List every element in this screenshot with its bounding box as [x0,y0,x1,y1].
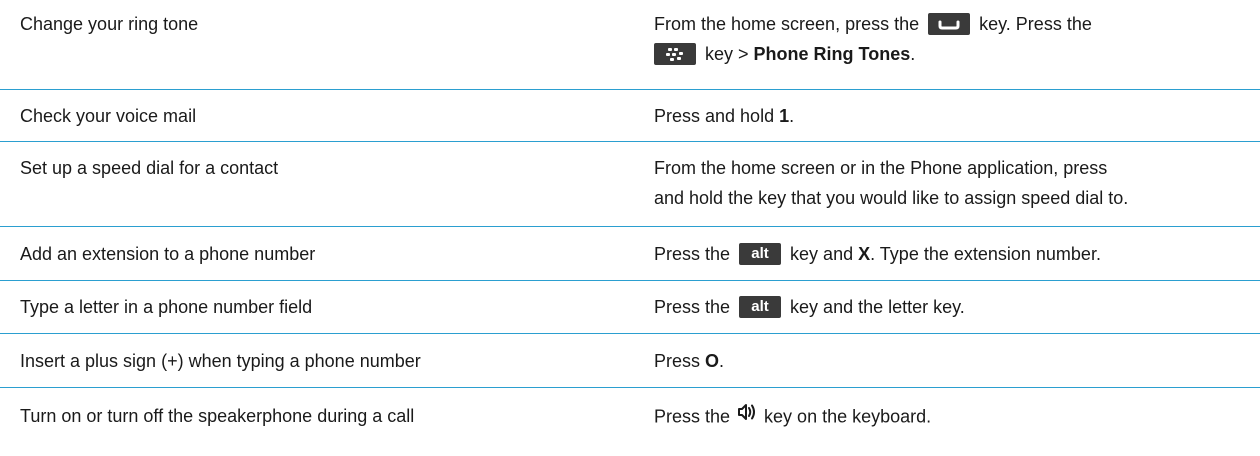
instruction-text: . [789,106,795,126]
task-cell: Check your voice mail [20,106,197,126]
instruction-text: Press the [654,406,731,427]
task-cell: Insert a plus sign (+) when typing a pho… [20,351,421,371]
table-row: Type a letter in a phone number field Pr… [0,281,1260,334]
table-row: Turn on or turn off the speakerphone dur… [0,388,1260,456]
instruction-text: Press the [654,244,731,264]
instruction-text: . [719,351,725,371]
table-row: Check your voice mail Press and hold 1. [0,90,1260,142]
table-row: Set up a speed dial for a contact From t… [0,142,1260,227]
instruction-text: key > [705,44,749,64]
task-cell: Type a letter in a phone number field [20,297,313,317]
instruction-text: From the home screen, press the [654,14,920,34]
instruction-text: . Type the extension number. [870,244,1101,264]
menu-option-label: Phone Ring Tones [753,44,911,64]
instruction-cell: Press O. [654,346,1234,376]
instruction-cell: From the home screen or in the Phone app… [654,153,1234,213]
instruction-cell: Press and hold 1. [654,101,1234,131]
send-key-icon [928,12,971,35]
task-cell: Turn on or turn off the speakerphone dur… [20,406,415,426]
instruction-cell: Press the key on the keyboard. [654,401,1234,434]
task-cell: Add an extension to a phone number [20,244,316,264]
instruction-text: key and [790,244,854,264]
task-cell: Change your ring tone [20,14,199,34]
instruction-text: key. Press the [979,14,1092,34]
instruction-text: . [910,44,916,64]
alt-key-icon: alt [739,295,782,318]
instruction-text: Press and hold [654,106,775,126]
table-row: Insert a plus sign (+) when typing a pho… [0,334,1260,388]
instruction-text: key on the keyboard. [764,406,932,427]
speakerphone-key-icon [736,401,758,431]
key-name: X [858,244,871,264]
instruction-cell: Press the alt key and the letter key. [654,292,1234,322]
instruction-text: Press the [654,297,731,317]
key-name: O [705,351,720,371]
table-row: Add an extension to a phone number Press… [0,227,1260,281]
instruction-cell: Press the alt key and X. Type the extensio… [654,239,1234,269]
instruction-text: From the home screen or in the Phone app… [654,158,1108,178]
alt-key-icon: alt [739,242,782,265]
instruction-cell: From the home screen, press the key. Pres… [654,9,1234,69]
instruction-text: key and the letter key. [790,297,965,317]
table-row: Change your ring tone From the home scre… [0,0,1260,90]
task-cell: Set up a speed dial for a contact [20,158,279,178]
blackberry-menu-key-icon [654,42,696,65]
instruction-text: Press [654,351,701,371]
instruction-text: and hold the key that you would like to … [654,188,1129,208]
key-name: 1 [779,106,790,126]
